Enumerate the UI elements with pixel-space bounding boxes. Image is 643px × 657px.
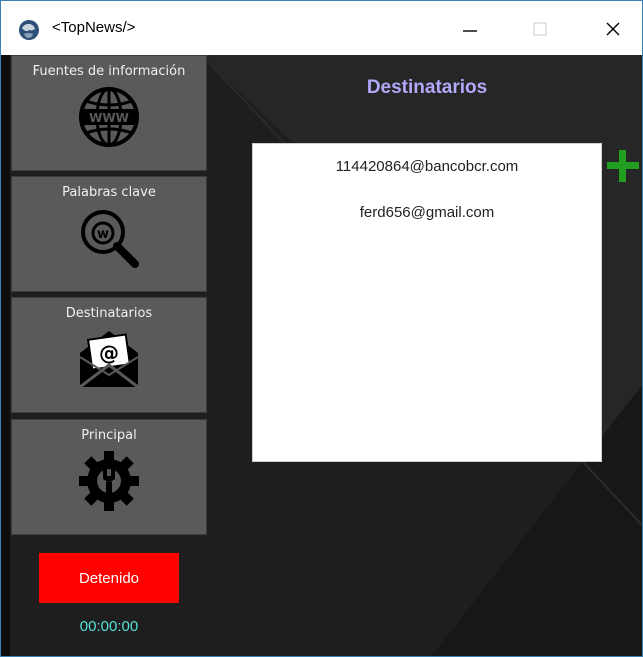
close-icon: [606, 22, 620, 35]
list-item[interactable]: 114420864@bancobcr.com: [253, 144, 601, 190]
sidebar-item-label: Fuentes de información: [32, 64, 186, 79]
maximize-icon: [533, 22, 547, 35]
window-title: <TopNews/>: [52, 19, 136, 36]
title-bar[interactable]: <TopNews/>: [1, 0, 642, 56]
keyword-search-icon: w: [81, 210, 139, 268]
globe-app-icon: [19, 20, 39, 40]
gear-wrench-icon: [79, 451, 139, 511]
list-item[interactable]: ferd656@gmail.com: [253, 190, 601, 236]
svg-text:@: @: [99, 341, 119, 365]
sidebar-item-label: Destinatarios: [65, 306, 153, 321]
status-stopped-button[interactable]: Detenido: [39, 553, 179, 603]
main-content: Fuentes de información WWW Palabras clav…: [1, 55, 642, 656]
www-globe-icon: WWW: [79, 87, 139, 147]
mail-envelope-icon: @: [79, 331, 139, 389]
sidebar-item-palabras[interactable]: Palabras clave w: [11, 176, 207, 292]
sidebar-item-principal[interactable]: Principal: [11, 419, 207, 535]
sidebar-item-label: Palabras clave: [62, 185, 156, 200]
maximize-button[interactable]: [515, 1, 565, 56]
sidebar-item-label: Principal: [81, 428, 137, 443]
app-window: <TopNews/> Fuentes de información WWW Pa…: [0, 0, 643, 657]
page-title: Destinatarios: [366, 77, 488, 98]
plus-icon[interactable]: [604, 147, 642, 185]
minimize-icon: [463, 29, 477, 32]
minimize-button[interactable]: [445, 1, 495, 56]
close-button[interactable]: [588, 1, 638, 56]
svg-text:w: w: [97, 227, 109, 242]
sidebar-item-destinatarios[interactable]: Destinatarios @: [11, 297, 207, 413]
sidebar-item-fuentes[interactable]: Fuentes de información WWW: [11, 55, 207, 171]
elapsed-timer: 00:00:00: [79, 618, 139, 635]
recipient-list[interactable]: 114420864@bancobcr.com ferd656@gmail.com: [252, 143, 602, 462]
svg-text:WWW: WWW: [89, 111, 129, 125]
